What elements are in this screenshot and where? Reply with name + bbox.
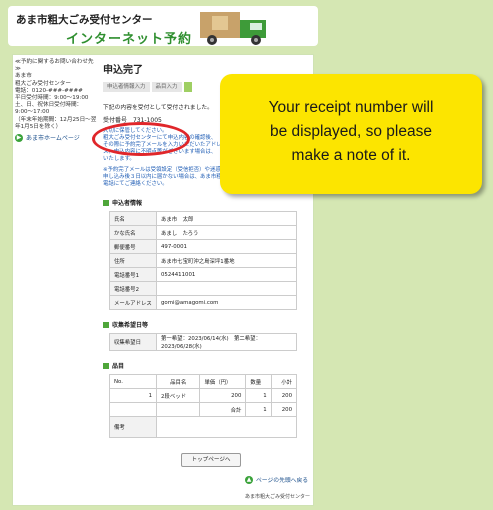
total-qty: 1 [245,402,272,417]
table-row: 氏名 あま市 太郎 [109,211,297,226]
applicant-table: 氏名 あま市 太郎 かな氏名 あまし たろう 郵便番号 497-0001 住所 あま市七… [109,211,297,310]
site-header: あま市粗大ごみ受付センター インターネット予約 [8,6,318,47]
row-value [156,281,297,296]
row-label: 郵便番号 [109,239,157,254]
table-row: 電話番号1 0524411001 [109,267,297,282]
footer: あま市粗大ごみ受付センター [245,494,311,500]
callout-text: Your receipt number will be displayed, s… [268,99,434,164]
column-header: 品目名 [155,374,201,389]
row-label: かな氏名 [109,225,157,240]
step-complete [183,82,192,92]
step-applicant: 申込者情報入力 [103,82,150,92]
section-marker-icon [103,321,109,328]
contact-info: ≪予約に関するお問い合わせ先≫ あま市 粗大ごみ受付センター 電話：0120-#… [15,59,97,130]
table-row: 電話番号2 [109,281,297,296]
row-value: あまし たろう [156,225,297,240]
row-label: 電話番号2 [109,281,157,296]
section-marker-icon [103,199,109,206]
remarks-row: 備考 [109,416,297,438]
cell-subtotal: 200 [270,388,298,403]
collection-heading-label: 収集希望日等 [112,322,149,329]
row-label: 電話番号1 [109,267,157,282]
column-header: 数量 [245,374,272,389]
table-row: 1 2段ベッド 200 1 200 [109,388,298,403]
cell-qty: 1 [245,388,272,403]
table-row: かな氏名 あまし たろう [109,225,297,240]
arrow-right-icon: ▶ [15,133,23,142]
table-header-row: No. 品目名 単価（円） 数量 小計 [109,374,298,389]
arrow-up-icon: ▲ [245,475,253,484]
site-title: あま市粗大ごみ受付センター [16,14,153,26]
remarks-value [156,416,297,438]
total-amount: 200 [270,402,298,417]
total-row: 合計 1 200 [109,402,298,417]
row-label: メールアドレス [109,295,157,310]
row-value: あま市七宝町沖之島深坪1番地 [156,253,297,268]
column-header: 単価（円） [199,374,247,389]
cell-price: 200 [199,388,247,403]
sidebar: ≪予約に関するお問い合わせ先≫ あま市 粗大ごみ受付センター 電話：0120-#… [15,59,97,142]
city-home-link-label: あま市ホームページ [26,135,80,143]
table-row: メールアドレス gomi@amagomi.com [109,295,297,310]
cell-name: 2段ベッド [155,388,201,403]
callout-box: Your receipt number will be displayed, s… [220,74,482,194]
column-header: No. [109,374,157,389]
garbage-truck-icon [200,12,266,45]
table-row: 収集希望日 第一希望：2023/06/14(水) 第二希望：2023/06/28(… [109,333,297,351]
back-to-top-link[interactable]: ▲ ページの先頭へ戻る [245,475,308,484]
remarks-label: 備考 [109,416,157,438]
collection-table: 収集希望日 第一希望：2023/06/14(水) 第二希望：2023/06/28(… [109,333,297,351]
table-row: 郵便番号 497-0001 [109,239,297,254]
site-subtitle: インターネット予約 [66,32,193,47]
receipt-highlight-ring [92,122,190,156]
applicant-heading-label: 申込者情報 [112,200,143,207]
empty-cell [109,402,157,417]
items-table: No. 品目名 単価（円） 数量 小計 1 2段ベッド 200 1 200 合計… [109,374,298,438]
collection-heading: 収集希望日等 [103,320,309,329]
items-heading-label: 品目 [112,363,125,370]
back-to-top-label: ページの先頭へ戻る [256,478,309,484]
cell-no: 1 [109,388,157,403]
top-page-button[interactable]: トップページへ [181,453,241,467]
row-label: 収集希望日 [109,333,157,351]
items-heading: 品目 [103,361,309,370]
row-value: あま市 太郎 [156,211,297,226]
step-items: 品目入力 [151,82,182,92]
row-value: 0524411001 [156,267,297,282]
applicant-heading: 申込者情報 [103,198,309,207]
row-value: 第一希望：2023/06/14(水) 第二希望：2023/06/28(水) [156,333,297,351]
row-value: 497-0001 [156,239,297,254]
section-marker-icon [103,362,109,369]
table-row: 住所 あま市七宝町沖之島深坪1番地 [109,253,297,268]
city-home-link[interactable]: ▶ あま市ホームページ [15,133,97,142]
row-label: 住所 [109,253,157,268]
empty-cell [155,402,201,417]
column-header: 小計 [270,374,298,389]
total-label: 合計 [199,402,247,417]
row-label: 氏名 [109,211,157,226]
row-value: gomi@amagomi.com [156,295,297,310]
